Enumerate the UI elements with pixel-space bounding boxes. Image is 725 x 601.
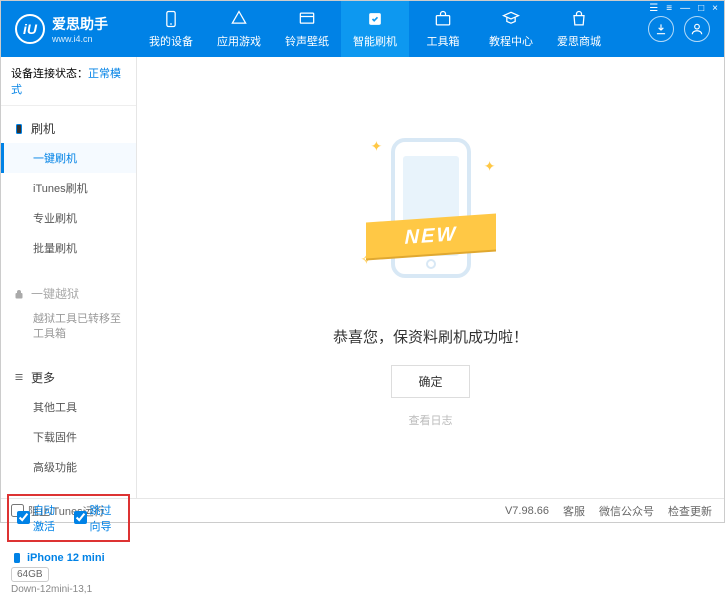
device-info: iPhone 12 mini 64GB Down-12mini-13,1 <box>1 546 136 601</box>
sidebar-item-download[interactable]: 下载固件 <box>1 422 136 452</box>
device-name[interactable]: iPhone 12 mini <box>11 552 126 564</box>
header: iU 爱思助手 www.i4.cn 我的设备 应用游戏 铃声壁纸 智能刷机 工具… <box>1 1 724 57</box>
window-controls: ☰ ≡ — □ × <box>649 3 718 14</box>
tutorial-icon <box>501 9 521 29</box>
success-message: 恭喜您，保资料刷机成功啦！ <box>333 326 528 347</box>
device-icon <box>11 552 23 564</box>
sidebar-item-itunes[interactable]: iTunes刷机 <box>1 173 136 203</box>
wallpaper-icon <box>297 9 317 29</box>
checkbox-highlight: 自动激活 跳过向导 <box>7 494 130 542</box>
nav-tabs: 我的设备 应用游戏 铃声壁纸 智能刷机 工具箱 教程中心 爱思商城 <box>137 1 648 57</box>
tab-tutorials[interactable]: 教程中心 <box>477 1 545 57</box>
flash-icon <box>365 9 385 29</box>
phone-icon <box>161 9 181 29</box>
tab-store[interactable]: 爱思商城 <box>545 1 613 57</box>
main-content: ✦ ✦ ✧ NEW 恭喜您，保资料刷机成功啦！ 确定 查看日志 <box>137 57 724 498</box>
tab-toolbox[interactable]: 工具箱 <box>409 1 477 57</box>
service-link[interactable]: 客服 <box>563 503 585 519</box>
tab-apps[interactable]: 应用游戏 <box>205 1 273 57</box>
connection-status: 设备连接状态：正常模式 <box>1 57 136 106</box>
update-link[interactable]: 检查更新 <box>668 503 712 519</box>
logo: iU 爱思助手 www.i4.cn <box>1 14 137 44</box>
sidebar-item-advanced[interactable]: 高级功能 <box>1 452 136 482</box>
close-btn[interactable]: × <box>712 3 718 14</box>
header-right <box>648 16 724 42</box>
phone-illustration: ✦ ✦ ✧ NEW <box>361 128 501 308</box>
tab-ringtones[interactable]: 铃声壁纸 <box>273 1 341 57</box>
toolbox-icon <box>433 9 453 29</box>
section-flash[interactable]: 刷机 <box>1 114 136 143</box>
download-icon[interactable] <box>648 16 674 42</box>
version-label: V7.98.66 <box>505 505 549 517</box>
storage-badge: 64GB <box>11 567 49 582</box>
tab-flash[interactable]: 智能刷机 <box>341 1 409 57</box>
lock-icon <box>13 288 25 300</box>
sidebar-item-batch[interactable]: 批量刷机 <box>1 233 136 263</box>
store-icon <box>569 9 589 29</box>
sidebar-item-pro[interactable]: 专业刷机 <box>1 203 136 233</box>
menu2-btn[interactable]: ≡ <box>666 3 672 14</box>
firmware-label: Down-12mini-13,1 <box>11 584 126 595</box>
sidebar: 设备连接状态：正常模式 刷机 一键刷机 iTunes刷机 专业刷机 批量刷机 一… <box>1 57 137 498</box>
logo-icon: iU <box>15 14 45 44</box>
section-more[interactable]: 更多 <box>1 363 136 392</box>
user-icon[interactable] <box>684 16 710 42</box>
phone-small-icon <box>13 123 25 135</box>
ok-button[interactable]: 确定 <box>391 365 469 398</box>
skip-setup-checkbox[interactable]: 跳过向导 <box>74 502 121 534</box>
auto-activate-checkbox[interactable]: 自动激活 <box>17 502 64 534</box>
apps-icon <box>229 9 249 29</box>
minimize-btn[interactable]: — <box>680 3 690 14</box>
sidebar-item-other[interactable]: 其他工具 <box>1 392 136 422</box>
section-jailbreak: 一键越狱 <box>1 279 136 308</box>
sidebar-item-oneclick[interactable]: 一键刷机 <box>1 143 136 173</box>
more-icon <box>13 371 25 383</box>
wechat-link[interactable]: 微信公众号 <box>599 503 654 519</box>
view-log-link[interactable]: 查看日志 <box>409 412 453 428</box>
tab-device[interactable]: 我的设备 <box>137 1 205 57</box>
maximize-btn[interactable]: □ <box>698 3 704 14</box>
new-banner: NEW <box>366 213 496 258</box>
app-title: 爱思助手 <box>52 14 108 34</box>
jailbreak-note: 越狱工具已转移至工具箱 <box>1 308 136 347</box>
menu-btn[interactable]: ☰ <box>649 3 658 14</box>
app-subtitle: www.i4.cn <box>52 34 108 44</box>
